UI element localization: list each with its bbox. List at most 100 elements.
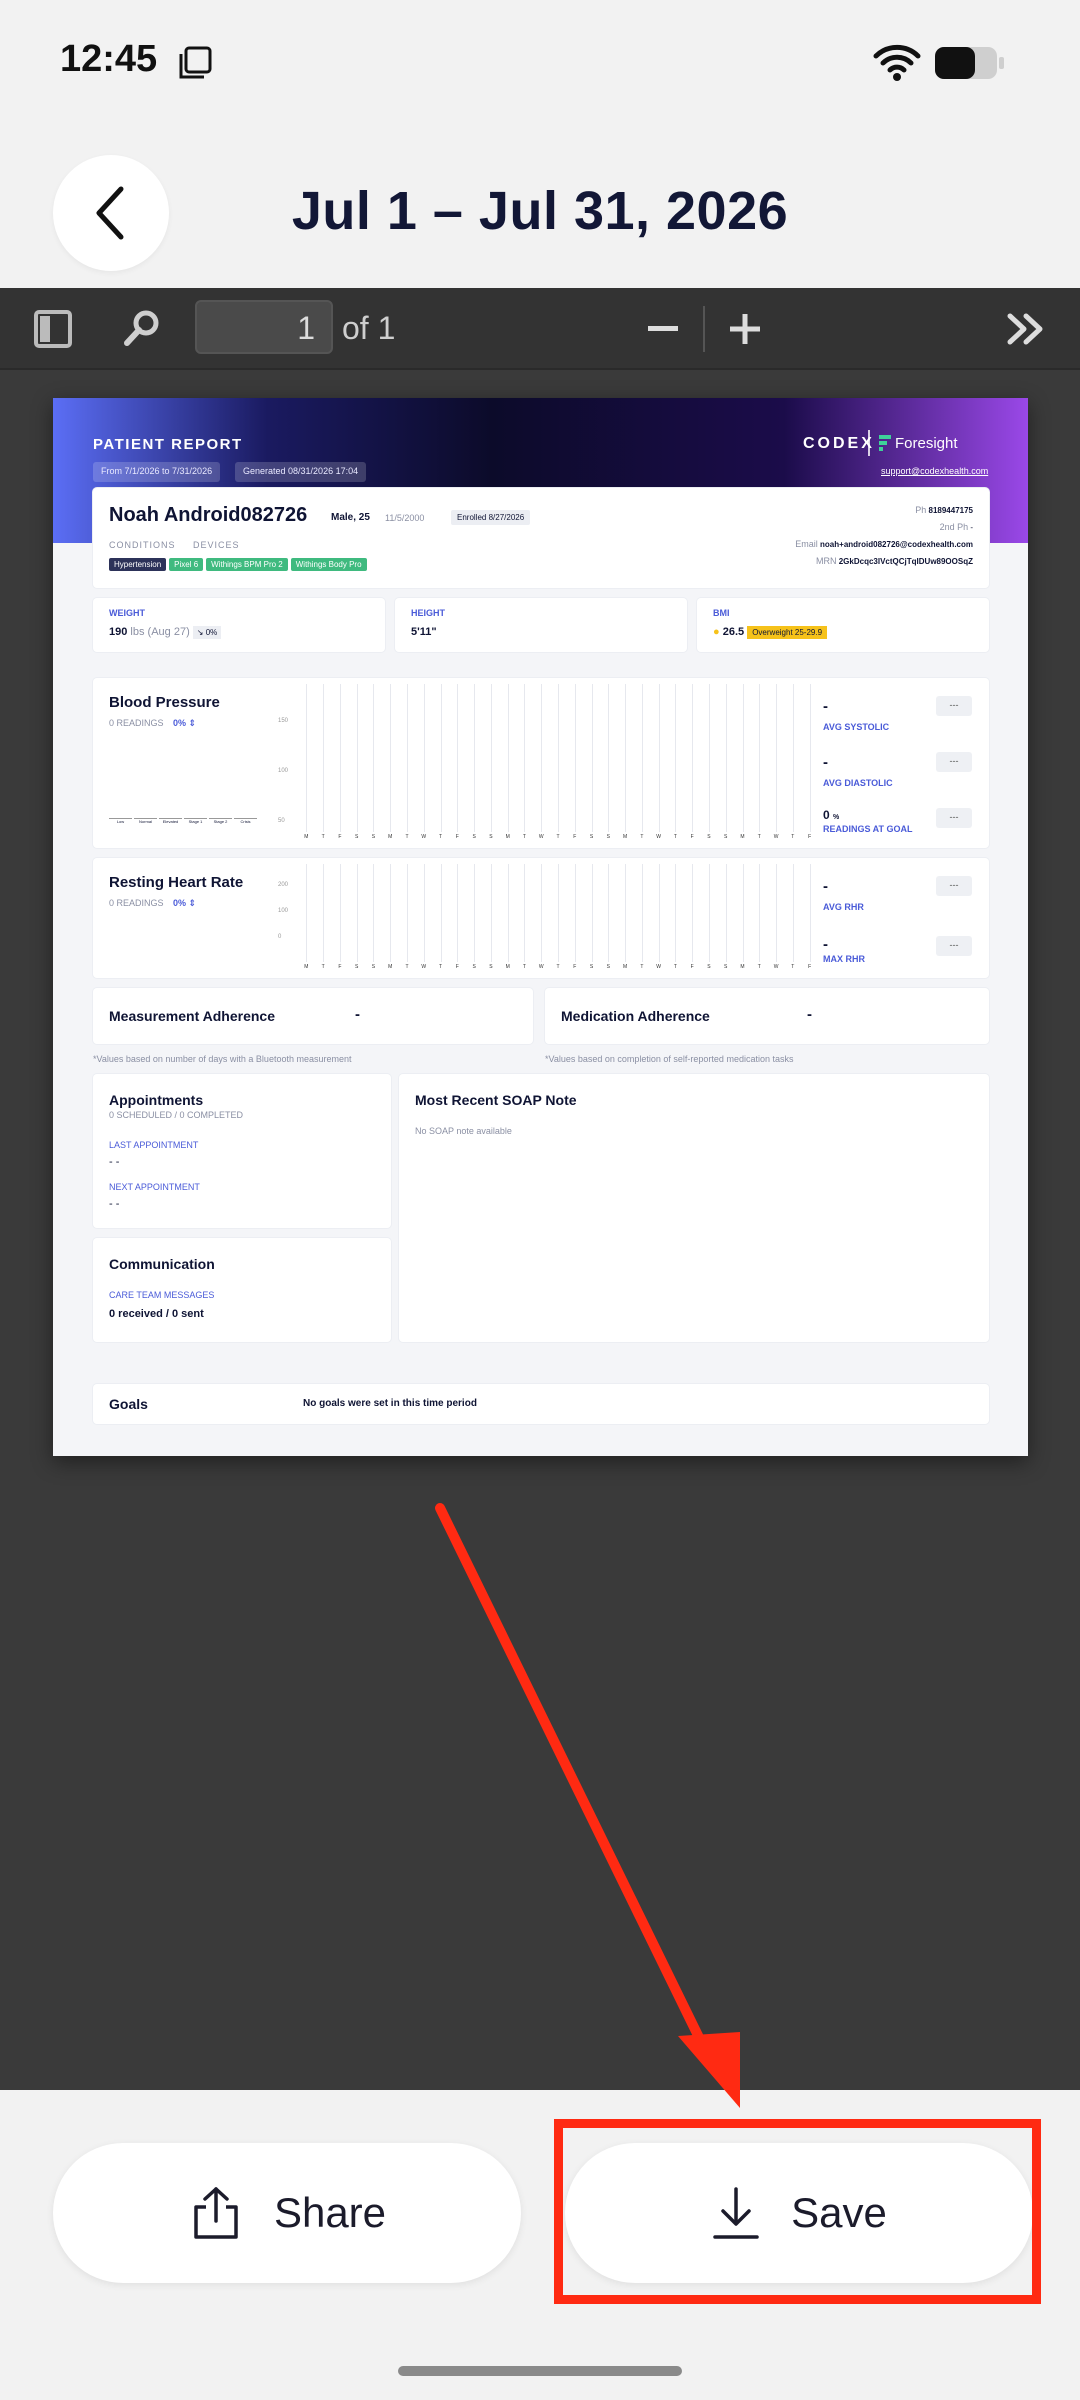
day-label: S (472, 964, 476, 970)
day-gridline (742, 684, 744, 832)
email: noah+android082726@codexhealth.com (820, 540, 973, 549)
goals-empty: No goals were set in this time period (303, 1398, 477, 1409)
zoom-in-icon[interactable] (730, 314, 760, 344)
day-gridline (474, 864, 476, 962)
page-count: of 1 (342, 310, 396, 346)
day-label: W (656, 834, 661, 840)
day-gridline (474, 684, 476, 832)
double-chevron-right-icon[interactable] (1006, 312, 1048, 346)
day-label: S (355, 834, 359, 840)
weight-label: WEIGHT (109, 608, 145, 618)
day-gridline (339, 864, 341, 962)
back-button[interactable] (53, 155, 169, 271)
day-gridline (507, 864, 509, 962)
day-gridline (524, 684, 526, 832)
care-team-messages-label: CARE TEAM MESSAGES (109, 1290, 215, 1300)
codex-logo: CODEX (803, 435, 875, 452)
medication-adherence-title: Medication Adherence (561, 1008, 710, 1024)
chevron-left-icon (96, 186, 124, 240)
screen-record-icon (179, 46, 212, 79)
last-appointment-value: - - (109, 1156, 120, 1168)
medication-adherence-card: Medication Adherence - (545, 988, 989, 1044)
pdf-viewer[interactable]: 1 of 1 PATIENT REPORT From 7/1/2026 to 7… (0, 288, 1080, 2090)
share-button[interactable]: Share (53, 2143, 521, 2283)
day-gridline (792, 684, 794, 832)
day-label: F (455, 834, 459, 840)
day-gridline (692, 864, 694, 962)
support-email[interactable]: support@codexhealth.com (881, 466, 988, 476)
bp-pct: 0% ⇕ (173, 718, 197, 728)
measurement-adherence-card: Measurement Adherence - (93, 988, 533, 1044)
day-gridline (675, 864, 677, 962)
phone2: - (970, 523, 973, 532)
day-label: T (556, 834, 560, 840)
day-gridline (742, 864, 744, 962)
last-appointment-label: LAST APPOINTMENT (109, 1140, 199, 1150)
weight-change: ↘ 0% (192, 626, 222, 639)
day-gridline (356, 864, 358, 962)
day-gridline (608, 864, 610, 962)
mrn-label: MRN (816, 556, 837, 566)
soap-empty: No SOAP note available (415, 1126, 512, 1136)
bp-category: Stage 2 (209, 818, 232, 824)
bp-day-grid: MTFSSMTWTFSSMTWTFSSMTWTFSSMTWTF (298, 678, 818, 848)
day-label: M (505, 834, 510, 840)
hr-y-tick: 0 (278, 934, 282, 940)
day-gridline (675, 684, 677, 832)
day-gridline (641, 864, 643, 962)
day-gridline (725, 864, 727, 962)
day-label: T (673, 834, 677, 840)
day-gridline (440, 684, 442, 832)
day-gridline (809, 684, 811, 832)
device-badge: Withings BPM Pro 2 (206, 558, 288, 571)
appointments-card: Appointments 0 SCHEDULED / 0 COMPLETED L… (93, 1074, 391, 1228)
height-card: HEIGHT 5'11" (395, 598, 687, 652)
enrolled-chip: Enrolled 8/27/2026 (451, 510, 531, 525)
bmi-dot-icon: ● (713, 626, 720, 638)
day-label: T (640, 834, 644, 840)
search-icon[interactable] (122, 308, 162, 348)
hr-avg-label: AVG RHR (823, 902, 864, 912)
day-gridline (558, 684, 559, 832)
bmi-card: BMI ● 26.5 Overweight 25-29.9 (697, 598, 989, 652)
day-label: T (321, 964, 325, 970)
day-gridline (776, 684, 778, 832)
day-label: T (405, 834, 409, 840)
day-gridline (457, 684, 459, 832)
day-label: T (791, 964, 795, 970)
day-label: M (623, 834, 628, 840)
bp-category: Stage 1 (184, 818, 207, 824)
sidebar-toggle-icon[interactable] (34, 310, 72, 348)
share-label: Share (273, 2189, 387, 2236)
day-label: M (304, 834, 309, 840)
medication-adherence-value: - (807, 1006, 812, 1023)
bp-goal-value: 0 (823, 808, 830, 822)
day-gridline (407, 864, 409, 962)
phone: 8189447175 (928, 506, 974, 515)
hr-max: - (823, 936, 828, 953)
weight-card: WEIGHT 190 lbs (Aug 27) ↘ 0% (93, 598, 385, 652)
bp-category: Normal (134, 818, 157, 824)
day-label: T (640, 964, 644, 970)
day-label: M (388, 964, 393, 970)
hr-pill: --- (936, 876, 972, 896)
hr-day-grid: MTFSSMTWTFSSMTWTFSSMTWTFSSMTWTF (298, 858, 818, 978)
day-label: F (808, 834, 812, 840)
zoom-out-icon[interactable] (648, 326, 678, 334)
day-label: M (505, 964, 510, 970)
bmi-line: ● 26.5 Overweight 25-29.9 (713, 626, 828, 639)
hr-max-label: MAX RHR (823, 954, 865, 964)
day-label: S (589, 834, 594, 840)
bp-goal-label: READINGS AT GOAL (823, 824, 913, 834)
home-indicator[interactable] (398, 2366, 682, 2376)
day-gridline (759, 864, 761, 962)
medication-adherence-note: *Values based on completion of self-repo… (545, 1054, 794, 1064)
day-gridline (591, 864, 593, 962)
day-gridline (423, 684, 425, 832)
day-gridline (457, 864, 459, 962)
day-gridline (507, 684, 509, 832)
page-number-input[interactable]: 1 (195, 300, 333, 354)
day-gridline (574, 864, 576, 962)
bp-y-tick: 50 (278, 818, 285, 824)
day-gridline (490, 864, 492, 962)
